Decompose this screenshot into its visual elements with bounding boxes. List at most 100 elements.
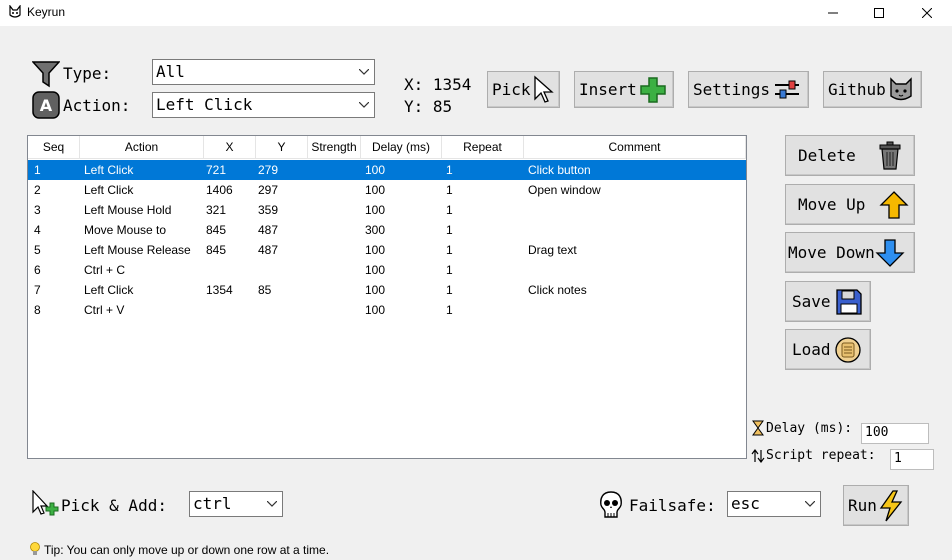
- table-cell: [528, 200, 744, 220]
- y-coordinate: Y: 85: [404, 97, 453, 116]
- repeat-arrows-icon: [751, 449, 765, 463]
- table-cell: Left Mouse Release: [84, 243, 191, 257]
- github-cat-icon: [890, 76, 912, 100]
- action-label: Action:: [63, 96, 131, 115]
- table-cell: [310, 300, 357, 320]
- chevron-down-icon: [266, 492, 278, 516]
- pick-add-icon: [32, 490, 59, 516]
- arrow-up-icon: [879, 190, 910, 219]
- column-header[interactable]: Repeat: [442, 136, 524, 159]
- arrow-down-icon: [875, 238, 905, 267]
- table-cell: 487: [258, 223, 279, 237]
- minimize-button[interactable]: [810, 0, 856, 26]
- table-cell: 1: [34, 163, 41, 177]
- table-cell: 6: [34, 263, 41, 277]
- script-repeat-input[interactable]: 1: [890, 449, 934, 470]
- column-header[interactable]: Delay (ms): [361, 136, 442, 159]
- table-cell: 279: [258, 163, 279, 177]
- table-cell: Left Mouse Hold: [84, 203, 172, 217]
- actions-table[interactable]: Seq Action X Y Strength Delay (ms) Repeat Comme…: [27, 135, 747, 459]
- sliders-icon: [775, 80, 800, 98]
- table-cell: 5: [34, 243, 41, 257]
- chevron-down-icon: [358, 93, 370, 117]
- move-up-button[interactable]: Move Up: [785, 184, 915, 225]
- action-dropdown[interactable]: Left Click: [152, 92, 375, 118]
- table-cell: [310, 280, 357, 300]
- settings-button[interactable]: Settings: [688, 71, 809, 108]
- delay-label: Delay (ms):: [766, 421, 853, 436]
- floppy-disk-icon: [835, 288, 862, 315]
- column-header[interactable]: Strength: [308, 136, 361, 159]
- table-cell: [528, 300, 744, 320]
- table-cell: [310, 180, 357, 200]
- table-cell: 1: [446, 263, 453, 277]
- failsafe-label: Failsafe:: [629, 496, 716, 515]
- table-cell: 8: [34, 303, 41, 317]
- table-cell: [528, 220, 744, 240]
- hourglass-icon: [752, 420, 764, 436]
- close-button[interactable]: [902, 0, 952, 26]
- table-cell: 85: [258, 283, 272, 297]
- table-row[interactable]: 5 Left Mouse Release 845 487 100 1 Drag text: [28, 240, 746, 260]
- table-row[interactable]: 8 Ctrl + V 100 1: [28, 300, 746, 320]
- chevron-down-icon: [804, 492, 816, 516]
- run-button[interactable]: Run: [843, 485, 909, 526]
- table-cell: 845: [206, 223, 227, 237]
- table-cell: 100: [365, 263, 386, 277]
- type-dropdown[interactable]: All: [152, 59, 375, 85]
- table-cell: 487: [258, 243, 279, 257]
- pick-add-dropdown[interactable]: ctrl: [189, 491, 283, 517]
- table-cell: [310, 240, 357, 260]
- table-cell: 359: [258, 203, 279, 217]
- table-cell: [258, 260, 304, 280]
- table-row[interactable]: 7 Left Click 1354 85 100 1 Click notes: [28, 280, 746, 300]
- table-row[interactable]: 4 Move Mouse to 845 487 300 1: [28, 220, 746, 240]
- move-down-button[interactable]: Move Down: [785, 232, 915, 273]
- column-header[interactable]: Comment: [524, 136, 746, 159]
- action-dropdown-value: Left Click: [156, 95, 253, 114]
- table-cell: Ctrl + C: [84, 263, 126, 277]
- table-cell: 1: [446, 203, 453, 217]
- table-cell: [528, 260, 744, 280]
- table-cell: 321: [206, 203, 227, 217]
- table-cell: 2: [34, 183, 41, 197]
- pick-button[interactable]: Pick: [487, 71, 560, 108]
- table-row[interactable]: 6 Ctrl + C 100 1: [28, 260, 746, 280]
- table-cell: [206, 300, 252, 320]
- table-cell: [310, 200, 357, 220]
- insert-button[interactable]: Insert: [574, 71, 674, 108]
- title-bar: Keyrun: [0, 0, 952, 26]
- table-cell: Drag text: [528, 243, 577, 257]
- lightbulb-icon: [30, 542, 40, 555]
- table-cell: 1: [446, 243, 453, 257]
- table-cell: Left Click: [84, 183, 134, 197]
- table-row[interactable]: 3 Left Mouse Hold 321 359 100 1: [28, 200, 746, 220]
- type-label: Type:: [63, 64, 112, 83]
- column-header[interactable]: Seq: [28, 136, 80, 159]
- column-header[interactable]: X: [204, 136, 256, 159]
- column-header[interactable]: Action: [80, 136, 204, 159]
- column-header[interactable]: Y: [256, 136, 308, 159]
- delete-button[interactable]: Delete: [785, 135, 915, 176]
- github-button[interactable]: Github: [823, 71, 922, 108]
- tip-text: Tip: You can only move up or down one ro…: [44, 543, 330, 557]
- table-row[interactable]: 1 Left Click 721 279 100 1 Click button: [28, 160, 746, 180]
- action-a-icon: A: [32, 91, 60, 119]
- delay-input[interactable]: 100: [861, 423, 929, 444]
- table-cell: 1354: [206, 283, 233, 297]
- table-cell: 1: [446, 163, 453, 177]
- maximize-button[interactable]: [856, 0, 902, 26]
- table-cell: 100: [365, 283, 386, 297]
- failsafe-dropdown[interactable]: esc: [727, 491, 821, 517]
- chevron-down-icon: [358, 60, 370, 84]
- table-cell: Ctrl + V: [84, 303, 125, 317]
- table-cell: 1: [446, 223, 453, 237]
- trash-icon: [879, 141, 901, 170]
- table-cell: Left Click: [84, 283, 134, 297]
- lightning-bolt-icon: [879, 489, 903, 521]
- svg-text:A: A: [40, 96, 53, 115]
- load-button[interactable]: Load: [785, 329, 871, 370]
- save-button[interactable]: Save: [785, 281, 871, 322]
- minimize-icon: [828, 12, 838, 14]
- table-row[interactable]: 2 Left Click 1406 297 100 1 Open window: [28, 180, 746, 200]
